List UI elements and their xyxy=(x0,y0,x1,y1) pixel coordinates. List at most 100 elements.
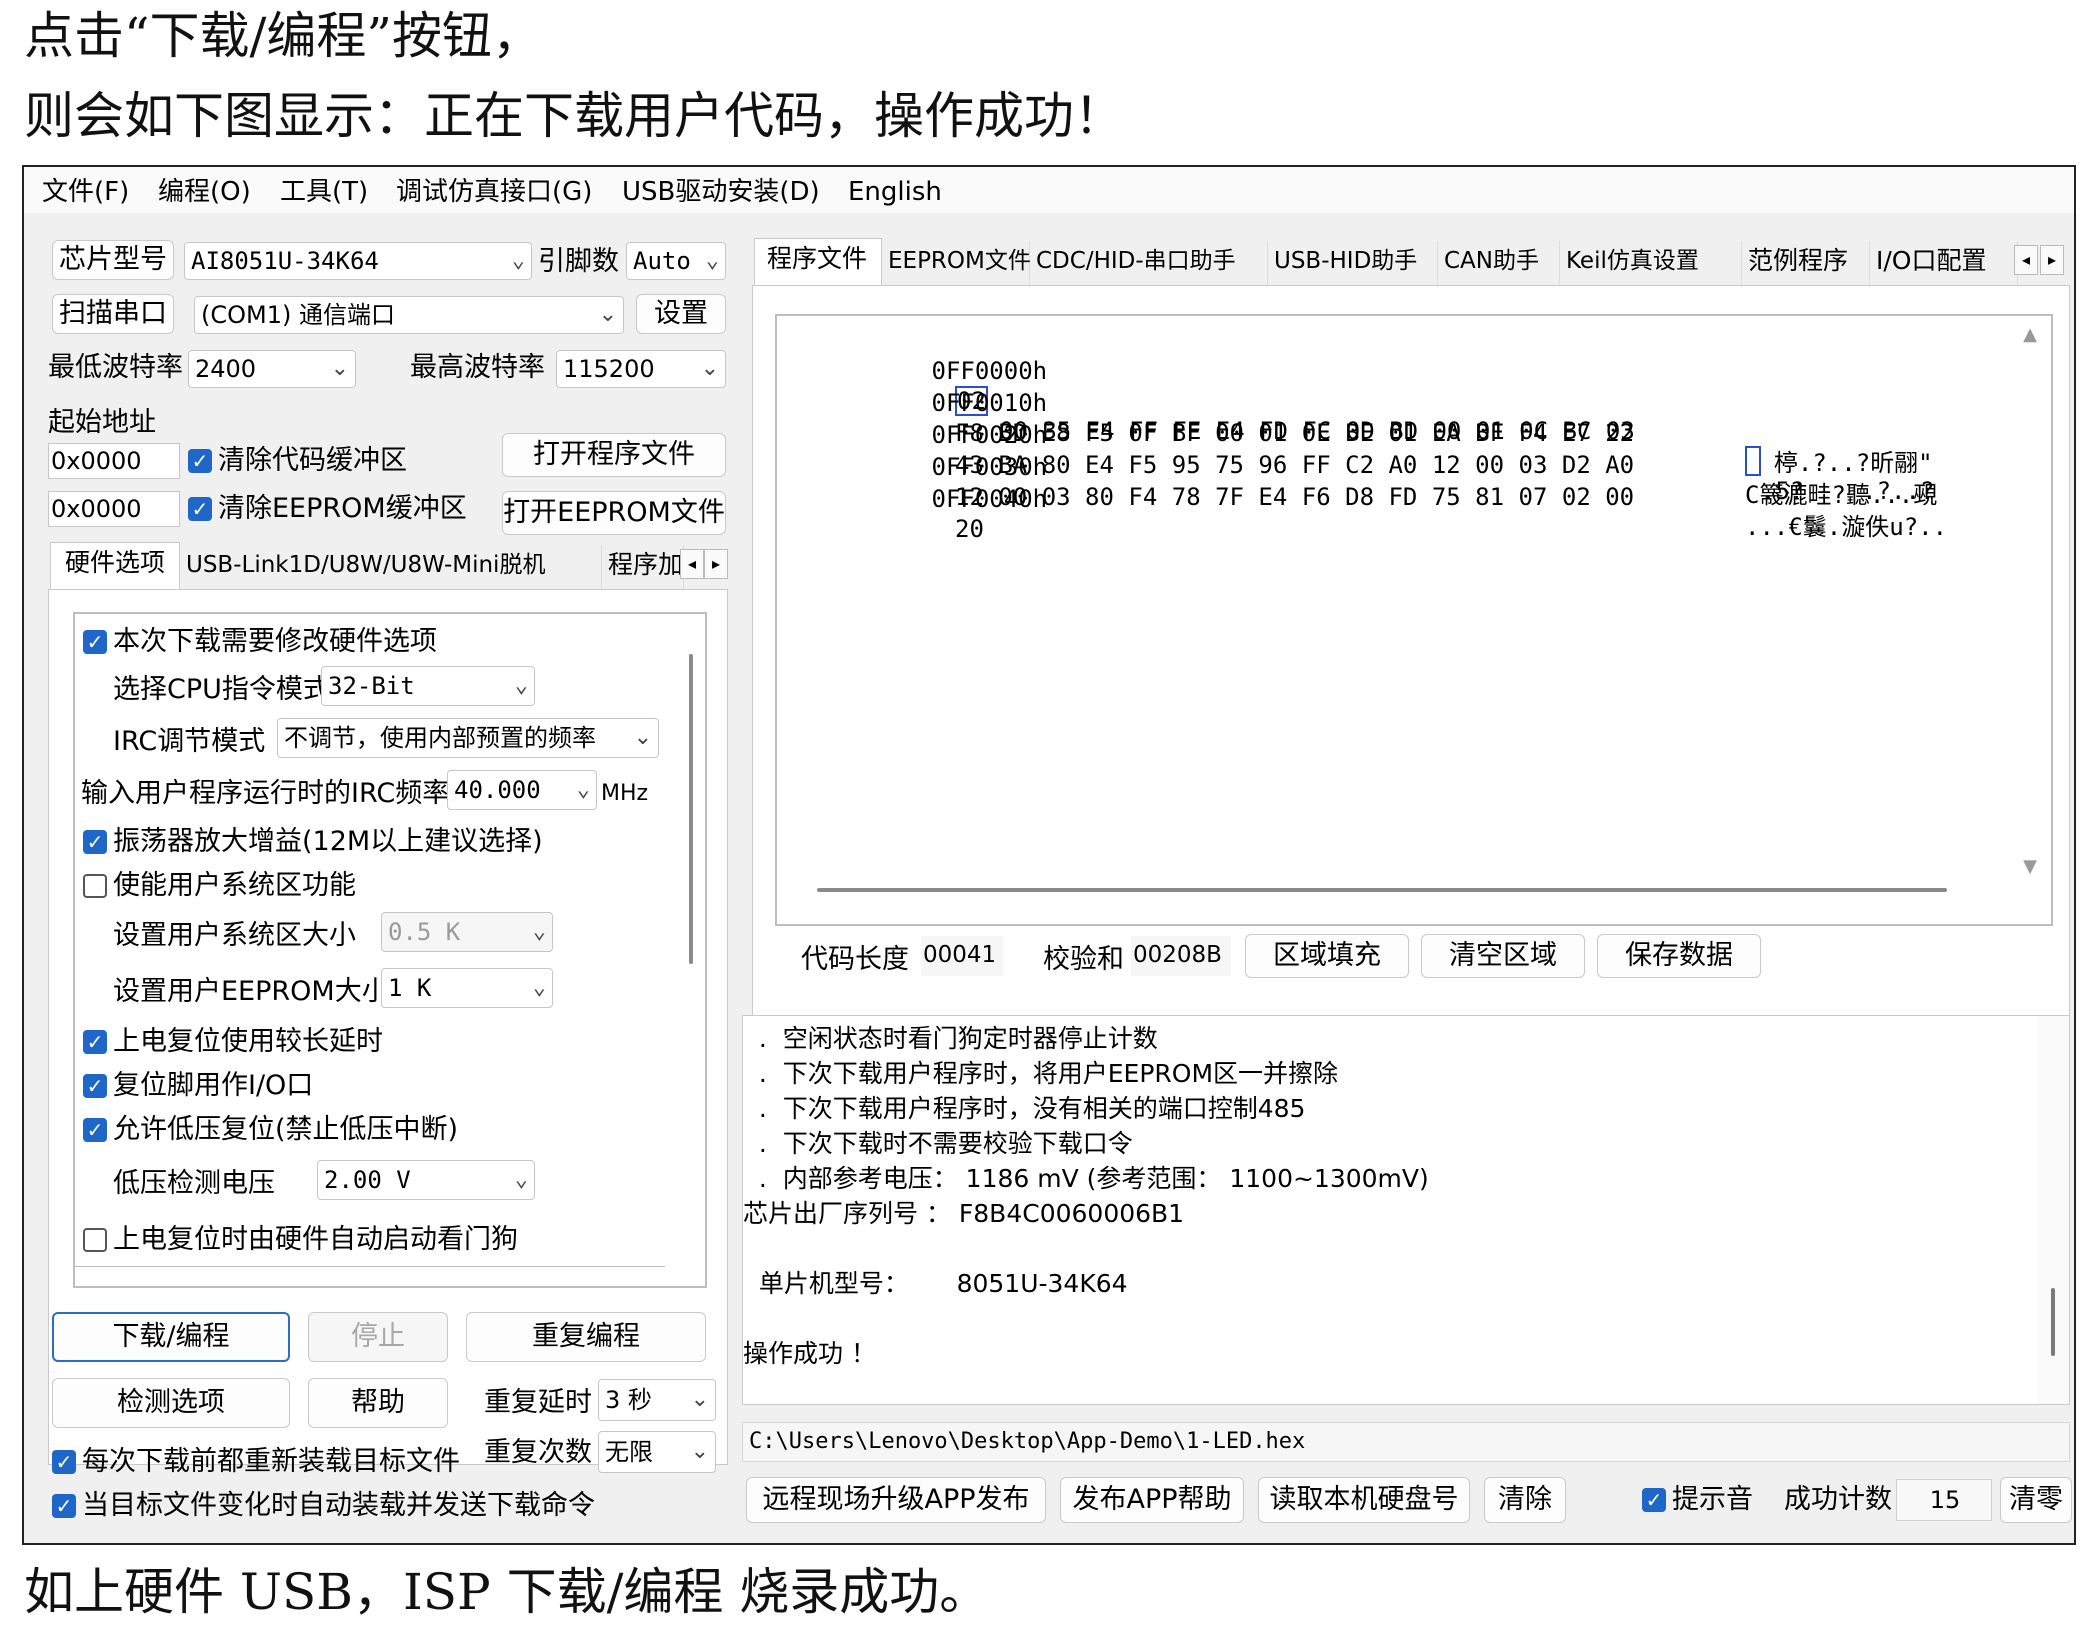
scroll-up-icon[interactable]: ▲ xyxy=(2015,324,2045,348)
log-line: . 空闲状态时看门狗定时器停止计数 xyxy=(743,1024,1158,1053)
chip-model-value: AI8051U-34K64 xyxy=(191,247,379,275)
min-baud-select[interactable]: 2400 ⌄ xyxy=(188,350,356,388)
irc-mode-select[interactable]: 不调节，使用内部预置的频率 ⌄ xyxy=(277,718,659,758)
tab-program-file[interactable]: 程序文件 xyxy=(754,238,882,286)
com-port-select[interactable]: (COM1) 通信端口 ⌄ xyxy=(194,296,624,334)
hw-options-scrollbar[interactable] xyxy=(689,654,693,964)
auto-reload-on-change-checkbox[interactable]: ✓ xyxy=(52,1494,76,1518)
reset-count-button[interactable]: 清零 xyxy=(2000,1477,2072,1523)
eeprom-start-address-field[interactable]: 0x0000 xyxy=(48,491,180,527)
tab-usb-hid-assistant[interactable]: USB-HID助手 xyxy=(1270,241,1438,285)
remote-upgrade-publish-button[interactable]: 远程现场升级APP发布 xyxy=(746,1477,1046,1523)
menu-file[interactable]: 文件(F) xyxy=(42,176,129,208)
repeat-delay-select[interactable]: 3 秒 ⌄ xyxy=(598,1379,716,1421)
clear-log-button[interactable]: 清除 xyxy=(1484,1477,1566,1523)
tab-hardware-options[interactable]: 硬件选项 xyxy=(50,542,180,590)
beep-checkbox[interactable]: ✓ xyxy=(1642,1488,1666,1512)
scroll-down-icon[interactable]: ▼ xyxy=(2015,856,2045,880)
log-scrollbar-thumb[interactable] xyxy=(2051,1288,2055,1356)
hex-row-ascii: ...€鬤.漩佚u?.. xyxy=(1745,513,1948,541)
tab-can-assistant[interactable]: CAN助手 xyxy=(1440,241,1560,285)
repeat-count-select[interactable]: 无限 ⌄ xyxy=(598,1431,716,1473)
open-program-file-button[interactable]: 打开程序文件 xyxy=(502,433,726,477)
pins-select[interactable]: Auto ⌄ xyxy=(626,242,726,280)
tab-scroll-left-icon[interactable]: ◂ xyxy=(2014,245,2038,275)
menu-program[interactable]: 编程(O) xyxy=(158,176,251,208)
doc-caption-line2: 则会如下图显示：正在下载用户代码，操作成功！ xyxy=(24,87,1124,145)
tab-scroll-right-icon[interactable]: ▸ xyxy=(704,549,728,579)
long-reset-delay-checkbox[interactable]: ✓ xyxy=(83,1030,107,1054)
pins-value: Auto xyxy=(633,247,691,275)
low-voltage-reset-label: 允许低压复位(禁止低压中断) xyxy=(113,1114,459,1145)
port-settings-button[interactable]: 设置 xyxy=(636,294,726,334)
help-button[interactable]: 帮助 xyxy=(308,1378,448,1428)
log-scrollbar-track xyxy=(2037,1016,2069,1404)
auto-reload-on-change-label: 当目标文件变化时自动装载并发送下载命令 xyxy=(82,1490,595,1521)
modify-hw-checkbox[interactable]: ✓ xyxy=(83,630,107,654)
tab-usb-link-offline[interactable]: USB-Link1D/U8W/U8W-Mini脱机 xyxy=(182,545,602,589)
menu-english[interactable]: English xyxy=(848,176,942,208)
min-baud-value: 2400 xyxy=(195,355,257,383)
repeat-count-value: 无限 xyxy=(605,1438,653,1466)
menu-usb-driver[interactable]: USB驱动安装(D) xyxy=(622,176,820,208)
hex-horizontal-scrollbar[interactable] xyxy=(817,888,1947,892)
menu-debug-interface[interactable]: 调试仿真接口(G) xyxy=(396,176,592,208)
fill-area-button[interactable]: 区域填充 xyxy=(1245,934,1409,978)
stop-button[interactable]: 停止 xyxy=(308,1312,448,1362)
reset-pin-io-checkbox[interactable]: ✓ xyxy=(83,1074,107,1098)
detect-options-button[interactable]: 检测选项 xyxy=(52,1378,290,1428)
tab-io-config[interactable]: I/O口配置 xyxy=(1872,241,2018,285)
read-disk-id-button[interactable]: 读取本机硬盘号 xyxy=(1258,1477,1470,1523)
tab-example-programs[interactable]: 范例程序 xyxy=(1744,241,1870,285)
log-line: . 下次下载时不需要校验下载口令 xyxy=(743,1129,1133,1158)
tab-keil-debug-settings[interactable]: Keil仿真设置 xyxy=(1562,241,1742,285)
max-baud-value: 115200 xyxy=(563,355,655,383)
hex-view[interactable]: 0FF0000h 02 00 35 E4 FF FE E4 FD FC 0D B… xyxy=(775,314,2053,926)
chevron-down-icon: ⌄ xyxy=(598,302,617,327)
cpu-mode-select[interactable]: 32-Bit ⌄ xyxy=(321,666,535,706)
irc-freq-select[interactable]: 40.000 ⌄ xyxy=(447,770,597,810)
chip-model-button[interactable]: 芯片型号 xyxy=(52,240,174,280)
code-length-label: 代码长度 xyxy=(801,944,909,975)
clear-area-button[interactable]: 清空区域 xyxy=(1421,934,1585,978)
tab-program-encrypt[interactable]: 程序加 xyxy=(604,545,684,589)
code-start-address-field[interactable]: 0x0000 xyxy=(48,443,180,479)
clear-eeprom-buffer-checkbox[interactable]: ✓ xyxy=(188,497,212,521)
open-eeprom-file-button[interactable]: 打开EEPROM文件 xyxy=(502,491,726,535)
repeat-delay-value: 3 秒 xyxy=(605,1386,652,1414)
download-program-button[interactable]: 下载/编程 xyxy=(52,1312,290,1362)
tab-scroll-left-icon[interactable]: ◂ xyxy=(680,549,704,579)
clear-code-buffer-checkbox[interactable]: ✓ xyxy=(188,449,212,473)
save-data-button[interactable]: 保存数据 xyxy=(1597,934,1761,978)
eeprom-size-label: 设置用户EEPROM大小 xyxy=(113,976,389,1007)
irc-mode-label: IRC调节模式 xyxy=(113,726,266,757)
hex-row-ascii: C簚漉畦?聽...覡 xyxy=(1745,481,1938,509)
wdt-auto-start-checkbox[interactable] xyxy=(83,1228,107,1252)
low-voltage-detect-label: 低压检测电压 xyxy=(113,1168,275,1199)
success-count-value: 15 xyxy=(1896,1479,1992,1521)
system-area-size-select[interactable]: 0.5 K ⌄ xyxy=(381,912,553,952)
repeat-program-button[interactable]: 重复编程 xyxy=(466,1312,706,1362)
log-output[interactable]: . 空闲状态时看门狗定时器停止计数 . 下次下载用户程序时，将用户EEPROM区… xyxy=(742,1015,2070,1405)
chevron-down-icon: ⌄ xyxy=(532,975,546,1000)
max-baud-select[interactable]: 115200 ⌄ xyxy=(556,350,726,388)
tab-cdc-hid-serial[interactable]: CDC/HID-串口助手 xyxy=(1032,241,1268,285)
osc-gain-checkbox[interactable]: ✓ xyxy=(83,830,107,854)
isp-tool-window: 文件(F) 编程(O) 工具(T) 调试仿真接口(G) USB驱动安装(D) E… xyxy=(22,165,2076,1545)
tab-eeprom-file[interactable]: EEPROM文件 xyxy=(884,241,1031,285)
menu-tools[interactable]: 工具(T) xyxy=(280,176,368,208)
hardware-options-scroll-area: ✓ 本次下载需要修改硬件选项 选择CPU指令模式 32-Bit ⌄ IRC调节模式… xyxy=(73,612,707,1288)
low-voltage-reset-checkbox[interactable]: ✓ xyxy=(83,1118,107,1142)
log-line: . 内部参考电压： 1186 mV (参考范围： 1100~1300mV) xyxy=(743,1164,1429,1193)
reset-pin-io-label: 复位脚用作I/O口 xyxy=(113,1070,314,1101)
scan-port-button[interactable]: 扫描串口 xyxy=(52,294,174,334)
chip-model-select[interactable]: AI8051U-34K64 ⌄ xyxy=(184,242,532,280)
reload-each-download-checkbox[interactable]: ✓ xyxy=(52,1450,76,1474)
eeprom-size-select[interactable]: 1 K ⌄ xyxy=(381,968,553,1008)
publish-app-help-button[interactable]: 发布APP帮助 xyxy=(1060,1477,1244,1523)
user-system-area-checkbox[interactable] xyxy=(83,874,107,898)
low-voltage-detect-select[interactable]: 2.00 V ⌄ xyxy=(317,1160,535,1200)
tab-scroll-right-icon[interactable]: ▸ xyxy=(2040,245,2064,275)
doc-caption-line1: 点击“下载/编程”按钮， xyxy=(24,7,542,65)
log-line: 单片机型号： 8051U-34K64 xyxy=(743,1269,1128,1298)
